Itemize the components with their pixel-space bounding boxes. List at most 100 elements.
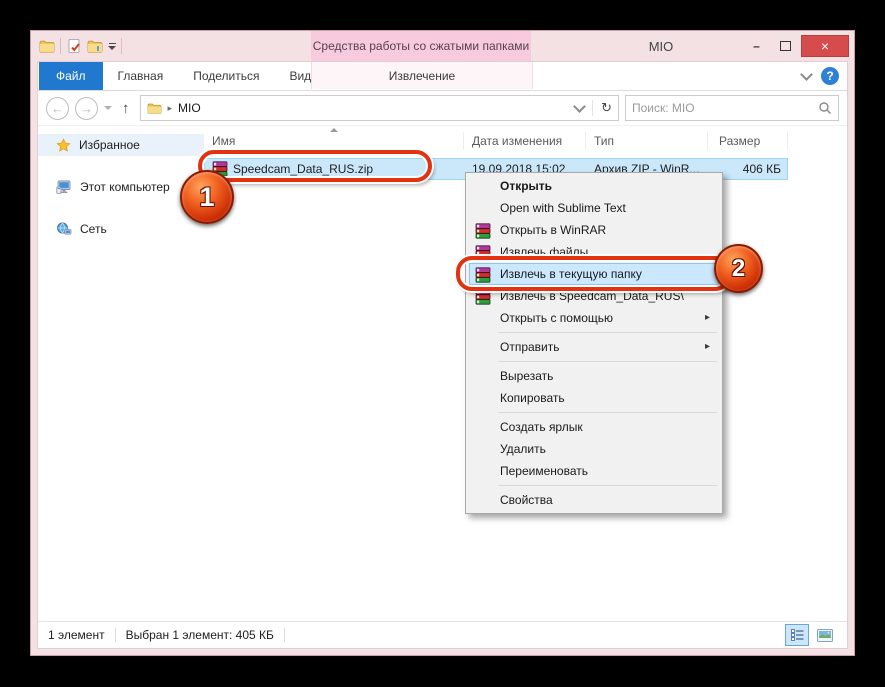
computer-icon	[56, 180, 72, 194]
close-icon: ×	[821, 39, 829, 53]
thumbnails-view-icon	[817, 629, 833, 642]
folder-icon	[147, 102, 162, 115]
menu-separator	[498, 412, 717, 413]
ribbon-right-controls: ?	[802, 62, 839, 89]
menu-item-rename[interactable]: Переименовать	[469, 460, 719, 482]
search-input[interactable]	[626, 101, 818, 115]
maximize-icon	[780, 41, 791, 51]
menu-item-properties[interactable]: Свойства	[469, 489, 719, 511]
menu-item-copy[interactable]: Копировать	[469, 387, 719, 409]
breadcrumb-arrow-icon[interactable]: ▸	[168, 103, 173, 114]
back-icon: ←	[51, 101, 64, 116]
status-bar: 1 элемент Выбран 1 элемент: 405 КБ	[38, 621, 847, 648]
tab-extract[interactable]: Извлечение	[311, 62, 533, 89]
forward-button[interactable]: →	[75, 97, 98, 120]
refresh-icon[interactable]: ↻	[601, 100, 612, 116]
menu-item-label: Открыть	[500, 179, 552, 193]
menu-item-label: Создать ярлык	[500, 420, 583, 434]
chevron-down-icon[interactable]	[800, 68, 813, 81]
callout-highlight-file	[198, 150, 432, 182]
explorer-window: Средства работы со сжатыми папками MIO –…	[30, 30, 855, 656]
menu-item-label: Свойства	[500, 493, 553, 507]
column-header-name[interactable]: Имя	[204, 132, 464, 150]
callout-number: 2	[732, 255, 745, 283]
new-folder-icon[interactable]	[87, 38, 103, 54]
context-menu: Открыть Open with Sublime Text Открыть в…	[465, 172, 723, 514]
network-icon	[56, 222, 72, 236]
column-header-size[interactable]: Размер	[708, 132, 788, 150]
contextual-tab-header: Средства работы со сжатыми папками	[311, 31, 531, 61]
help-button[interactable]: ?	[821, 67, 839, 85]
details-view-button[interactable]	[785, 624, 809, 646]
tab-share[interactable]: Поделиться	[178, 62, 274, 90]
menu-item-label: Вырезать	[500, 369, 553, 383]
menu-item-send-to[interactable]: Отправить ▸	[469, 336, 719, 358]
menu-item-label: Open with Sublime Text	[500, 201, 626, 215]
close-button[interactable]: ×	[801, 35, 849, 57]
window-title: MIO	[606, 39, 716, 54]
back-button[interactable]: ←	[46, 97, 69, 120]
menu-item-label: Отправить	[500, 340, 560, 354]
sidebar-item-network[interactable]: Сеть	[38, 218, 204, 240]
sidebar: Избранное Этот компьютер Сеть	[38, 126, 204, 621]
forward-icon: →	[80, 101, 93, 116]
menu-item-label: Переименовать	[500, 464, 588, 478]
up-icon: ↑	[122, 100, 130, 117]
qat-customize-dropdown-icon[interactable]	[108, 43, 116, 50]
properties-icon[interactable]	[66, 38, 82, 54]
submenu-arrow-icon: ▸	[705, 308, 710, 328]
menu-item-label: Удалить	[500, 442, 546, 456]
explorer-folder-icon[interactable]	[39, 38, 55, 54]
menu-item-open[interactable]: Открыть	[469, 175, 719, 197]
column-header-date-modified[interactable]: Дата изменения	[464, 132, 586, 150]
star-icon	[56, 138, 71, 153]
callout-step-1: 1	[180, 170, 234, 224]
separator	[592, 100, 593, 116]
minimize-icon: –	[753, 39, 760, 53]
window-content: Файл Главная Поделиться Вид Извлечение ?…	[37, 61, 848, 649]
recent-locations-dropdown-icon[interactable]	[104, 106, 112, 110]
callout-number: 1	[199, 182, 214, 213]
view-mode-buttons	[785, 624, 837, 646]
menu-separator	[498, 361, 717, 362]
tab-home[interactable]: Главная	[103, 62, 179, 90]
separator	[115, 628, 116, 642]
details-view-icon	[791, 629, 804, 641]
sidebar-item-label: Сеть	[80, 222, 107, 236]
thumbnails-view-button[interactable]	[813, 624, 837, 646]
quick-access-toolbar	[39, 38, 122, 54]
search-icon[interactable]	[818, 101, 832, 115]
sidebar-item-label: Этот компьютер	[80, 180, 170, 194]
sort-ascending-icon	[330, 128, 338, 132]
maximize-button[interactable]	[772, 36, 799, 56]
navigation-bar: ← → ↑ ▸ MIO ↻	[38, 91, 847, 126]
toolbar-separator	[121, 38, 122, 54]
menu-item-open-with-sublime[interactable]: Open with Sublime Text	[469, 197, 719, 219]
menu-item-open-with[interactable]: Открыть с помощью ▸	[469, 307, 719, 329]
tab-file[interactable]: Файл	[39, 62, 103, 90]
menu-item-open-in-winrar[interactable]: Открыть в WinRAR	[469, 219, 719, 241]
address-dropdown-icon[interactable]	[573, 100, 586, 113]
menu-item-label: Открыть в WinRAR	[500, 223, 606, 237]
sidebar-item-favorites[interactable]: Избранное	[38, 134, 204, 156]
search-box	[625, 95, 839, 121]
address-bar[interactable]: ▸ MIO ↻	[140, 95, 620, 121]
menu-item-delete[interactable]: Удалить	[469, 438, 719, 460]
up-button[interactable]: ↑	[122, 100, 130, 117]
toolbar-separator	[60, 38, 61, 54]
menu-item-label: Открыть с помощью	[500, 311, 613, 325]
callout-step-2: 2	[714, 244, 763, 293]
menu-item-cut[interactable]: Вырезать	[469, 365, 719, 387]
minimize-button[interactable]: –	[743, 36, 770, 56]
items-count: 1 элемент	[48, 628, 105, 642]
menu-item-create-shortcut[interactable]: Создать ярлык	[469, 416, 719, 438]
callout-highlight-menu-item	[456, 256, 731, 291]
address-bar-controls: ↻	[575, 100, 612, 116]
help-icon: ?	[826, 69, 833, 83]
column-header-type[interactable]: Тип	[586, 132, 708, 150]
separator	[284, 628, 285, 642]
breadcrumb[interactable]: MIO	[178, 101, 201, 115]
ribbon-tab-row: Файл Главная Поделиться Вид Извлечение ?	[38, 62, 847, 91]
menu-separator	[498, 332, 717, 333]
selection-info: Выбран 1 элемент: 405 КБ	[126, 628, 274, 642]
